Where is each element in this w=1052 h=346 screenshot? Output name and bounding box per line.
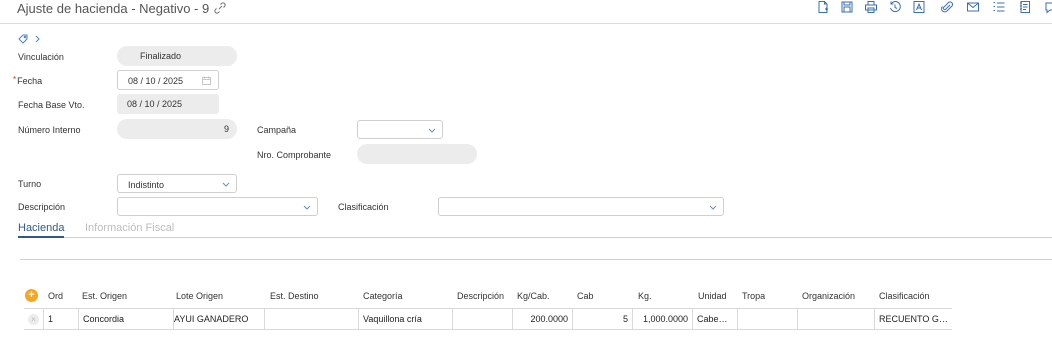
title-bar: Ajuste de hacienda - Negativo - 9 xyxy=(0,0,1052,24)
column-header-unidad[interactable]: Unidad xyxy=(698,291,727,301)
column-header-kg-cab[interactable]: Kg/Cab. xyxy=(517,291,550,301)
page-title-text: Ajuste de hacienda - Negativo - 9 xyxy=(17,1,210,16)
table-row[interactable]: × 1 Concordia AYUI GANADERO Vaquillona c… xyxy=(24,308,952,330)
column-header-organizacion[interactable]: Organización xyxy=(802,291,855,301)
cell-kg-cab[interactable]: 200.0000 xyxy=(513,309,573,329)
campana-label: Campaña xyxy=(257,125,297,135)
column-header-kg[interactable]: Kg. xyxy=(638,291,652,301)
vinculacion-field: Finalizado xyxy=(117,46,237,66)
cell-est-origen[interactable]: Concordia xyxy=(79,309,174,329)
cell-categoria[interactable]: Vaquillona cría xyxy=(359,309,453,329)
fecha-label-text: Fecha xyxy=(17,76,43,86)
tab-informacion-fiscal[interactable]: Información Fiscal xyxy=(85,221,174,238)
cell-est-destino[interactable] xyxy=(265,309,359,329)
cell-tropa[interactable] xyxy=(738,309,798,329)
cell-kg[interactable]: 1,000.0000 xyxy=(633,309,693,329)
cell-descripcion[interactable] xyxy=(453,309,513,329)
vinculacion-value: Finalizado xyxy=(140,51,182,61)
numero-interno-label: Número Interno xyxy=(18,125,81,135)
save-icon[interactable] xyxy=(840,0,854,14)
chevron-down-icon[interactable] xyxy=(428,124,436,136)
fecha-value: 08 / 10 / 2025 xyxy=(128,76,184,86)
list-icon[interactable] xyxy=(992,0,1006,14)
text-format-icon[interactable] xyxy=(912,0,926,14)
cell-organizacion[interactable] xyxy=(798,309,875,329)
turno-value: Indistinto xyxy=(128,180,165,190)
campana-value xyxy=(358,126,368,136)
page-title: Ajuste de hacienda - Negativo - 9 xyxy=(17,1,226,16)
clasificacion-value xyxy=(439,203,449,213)
nro-comprobante-field xyxy=(357,144,477,164)
turno-label: Turno xyxy=(18,179,42,189)
column-header-tropa[interactable]: Tropa xyxy=(742,291,765,301)
numero-interno-value: 9 xyxy=(223,124,229,134)
chevron-down-icon[interactable] xyxy=(709,201,717,213)
link-icon[interactable] xyxy=(214,2,226,14)
comment-icon[interactable] xyxy=(1044,0,1052,14)
descripcion-label: Descripción xyxy=(18,202,66,212)
attachment-icon[interactable] xyxy=(940,0,954,14)
fecha-base-vto-field: 08 / 10 / 2025 xyxy=(117,94,219,114)
fecha-label: *Fecha xyxy=(13,75,42,86)
remove-row-icon[interactable]: × xyxy=(28,314,39,325)
grid-header: + Ord Est. Origen Lote Origen Est. Desti… xyxy=(24,288,952,306)
column-header-est-destino[interactable]: Est. Destino xyxy=(270,291,319,301)
nro-comprobante-label: Nro. Comprobante xyxy=(257,150,332,160)
cell-ord[interactable]: 1 xyxy=(44,309,79,329)
print-icon[interactable] xyxy=(864,0,878,14)
cell-lote-origen[interactable]: AYUI GANADERO xyxy=(170,309,265,329)
section-divider xyxy=(20,259,1052,260)
chevron-down-icon[interactable] xyxy=(303,201,311,213)
cell-unidad[interactable]: Cabe… xyxy=(693,309,738,329)
turno-select[interactable]: Indistinto xyxy=(117,174,237,193)
cell-cab[interactable]: 5 xyxy=(573,309,633,329)
column-header-ord[interactable]: Ord xyxy=(48,291,63,301)
fecha-base-vto-label: Fecha Base Vto. xyxy=(18,100,85,110)
column-header-est-origen[interactable]: Est. Origen xyxy=(82,291,127,301)
fecha-base-vto-value: 08 / 10 / 2025 xyxy=(127,99,183,109)
column-header-categoria[interactable]: Categoría xyxy=(363,291,403,301)
tab-hacienda[interactable]: Hacienda xyxy=(18,221,65,238)
campana-select[interactable] xyxy=(357,120,443,139)
column-header-descripcion[interactable]: Descripción xyxy=(457,291,504,301)
clasificacion-label: Clasificación xyxy=(338,202,389,212)
plus-circle-icon[interactable]: + xyxy=(25,289,38,302)
column-header-lote-origen[interactable]: Lote Origen xyxy=(176,291,223,301)
descripcion-value xyxy=(118,203,128,213)
notebook-icon[interactable] xyxy=(1018,0,1032,14)
tag-icon[interactable] xyxy=(18,34,28,44)
new-document-icon[interactable] xyxy=(816,0,830,14)
calendar-icon[interactable] xyxy=(202,76,211,85)
nro-comprobante-value xyxy=(357,149,367,159)
descripcion-select[interactable] xyxy=(117,197,318,216)
cell-clasificacion[interactable]: RECUENTO G… xyxy=(875,309,952,329)
row-delete-cell: × xyxy=(24,309,44,329)
chevron-right-icon[interactable] xyxy=(32,34,42,44)
required-mark: * xyxy=(13,75,17,84)
tags-row[interactable] xyxy=(18,33,42,45)
tab-bar: Hacienda Información Fiscal xyxy=(18,221,1052,238)
email-icon[interactable] xyxy=(966,0,980,14)
column-header-cab[interactable]: Cab xyxy=(577,291,594,301)
history-icon[interactable] xyxy=(888,0,902,14)
fecha-input[interactable]: 08 / 10 / 2025 xyxy=(117,70,219,90)
chevron-down-icon[interactable] xyxy=(222,178,230,190)
clasificacion-select[interactable] xyxy=(438,197,724,216)
column-header-clasificacion[interactable]: Clasificación xyxy=(879,291,930,301)
numero-interno-field: 9 xyxy=(117,119,237,139)
vinculacion-label: Vinculación xyxy=(18,52,64,62)
